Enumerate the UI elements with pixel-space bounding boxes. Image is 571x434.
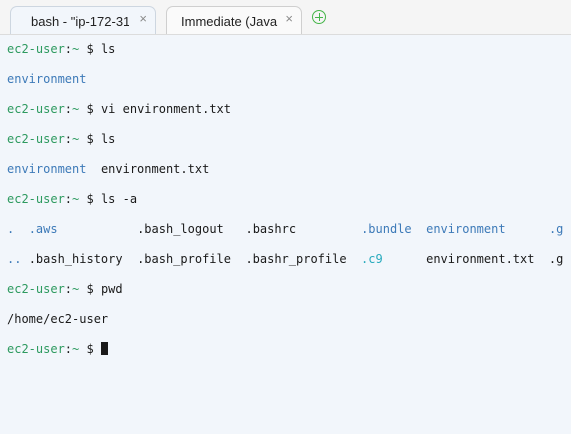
tab-label: Immediate (Java [181,14,278,29]
file-entry: .bash_profile [137,252,231,266]
terminal-line: environment environment.txt [7,162,571,177]
terminal-line: ec2-user:~ $ ls [7,132,571,147]
directory-entry: environment [426,222,506,236]
prompt-separator: : [64,342,73,356]
file-entry: .bashrc [245,222,297,236]
prompt-separator: : [64,132,73,146]
prompt-user: ec2-user [7,342,65,356]
prompt-separator: : [64,192,73,206]
close-icon[interactable]: × [285,12,293,26]
directory-entry: .c9 [361,252,383,266]
command-text: ls [100,132,116,146]
directory-entry: environment [7,162,87,176]
terminal-line: ec2-user:~ $ [7,342,571,357]
prompt-user: ec2-user [7,132,65,146]
terminal-line: ec2-user:~ $ vi environment.txt [7,102,571,117]
new-tab-plus-icon[interactable] [312,10,326,24]
prompt-user: ec2-user [7,192,65,206]
directory-entry: environment [7,72,87,86]
terminal-line: /home/ec2-user [7,312,571,327]
terminal-cursor [100,342,108,355]
prompt-symbol: $ [79,342,101,356]
close-icon[interactable]: × [139,12,147,26]
command-text: pwd [100,282,123,296]
prompt-symbol: $ [79,42,101,56]
command-text: ls -a [100,192,138,206]
directory-entry: .. [7,252,22,266]
prompt-user: ec2-user [7,42,65,56]
terminal-line: ec2-user:~ $ pwd [7,282,571,297]
terminal-output[interactable]: ec2-user:~ $ ls environment ec2-user:~ $… [0,35,571,434]
tab-label: bash - "ip-172-31 [31,14,129,29]
file-entry: .g [548,252,564,266]
tab-immediate[interactable]: Immediate (Java × [166,6,302,34]
command-text: vi environment.txt [100,102,231,116]
terminal-line: . .aws .bash_logout .bashrc .bundle envi… [7,222,571,237]
file-entry: environment.txt [426,252,535,266]
file-entry: environment.txt [100,162,210,176]
directory-entry: .g [548,222,564,236]
prompt-separator: : [64,282,73,296]
terminal-text: ec2-user:~ $ ls environment ec2-user:~ $… [0,35,571,357]
tab-bash[interactable]: bash - "ip-172-31 × [10,6,156,34]
command-output: /home/ec2-user [7,312,109,326]
file-entry: .bash_logout [137,222,224,236]
file-entry: .bash_history [28,252,123,266]
prompt-symbol: $ [79,192,101,206]
terminal-line: environment [7,72,571,87]
file-entry: .bashr_profile [245,252,347,266]
prompt-symbol: $ [79,282,101,296]
prompt-separator: : [64,42,73,56]
prompt-symbol: $ [79,102,101,116]
directory-entry: .bundle [361,222,412,236]
prompt-symbol: $ [79,132,101,146]
command-text: ls [100,42,116,56]
tab-bar: bash - "ip-172-31 × Immediate (Java × [0,0,571,35]
prompt-user: ec2-user [7,102,65,116]
terminal-line: .. .bash_history .bash_profile .bashr_pr… [7,252,571,267]
terminal-line: ec2-user:~ $ ls -a [7,192,571,207]
prompt-separator: : [64,102,73,116]
directory-entry: .aws [28,222,58,236]
terminal-line: ec2-user:~ $ ls [7,42,571,57]
prompt-user: ec2-user [7,282,65,296]
